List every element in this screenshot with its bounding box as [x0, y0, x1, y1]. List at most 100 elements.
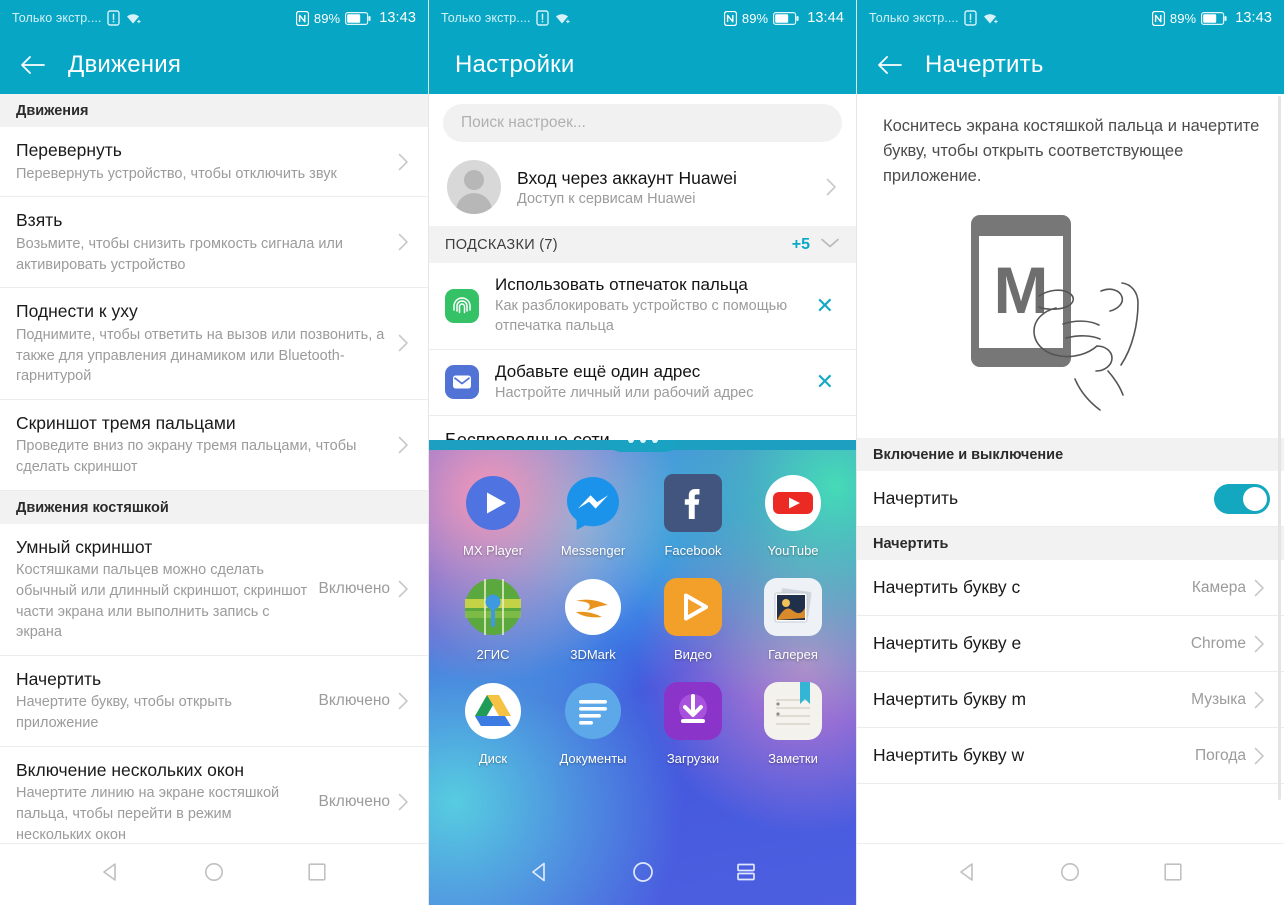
- list-item-smart-screenshot[interactable]: Умный скриншот Костяшками пальцев можно …: [0, 523, 428, 656]
- tips-section-header[interactable]: ПОДСКАЗКИ (7) +5: [429, 226, 856, 263]
- row-value: Включено: [318, 792, 391, 810]
- close-icon[interactable]: ✕: [810, 294, 840, 317]
- battery-percent: 89%: [1169, 10, 1197, 26]
- nfc-icon: [295, 10, 310, 26]
- battery-icon: [773, 11, 799, 25]
- nav-recents-icon[interactable]: [306, 861, 328, 888]
- fingerprint-icon: [445, 288, 479, 323]
- app-facebook[interactable]: Facebook: [643, 472, 743, 558]
- row-subtitle: Поднимите, чтобы ответить на вызов или п…: [16, 326, 385, 385]
- list-item-raise-to-ear[interactable]: Поднести к уху Поднимите, чтобы ответить…: [0, 288, 428, 400]
- nav-back-icon[interactable]: [100, 861, 122, 888]
- list-item-letter-m[interactable]: Начертить букву m Музыка: [857, 672, 1284, 729]
- scrollbar[interactable]: [1278, 96, 1281, 800]
- row-title: Включение нескольких окон: [16, 759, 245, 780]
- row-title: Начертить: [16, 668, 102, 689]
- close-icon[interactable]: ✕: [810, 371, 840, 393]
- chevron-down-icon[interactable]: [820, 236, 840, 254]
- status-bar: Только экстр.... 89% 13:43: [857, 0, 1284, 36]
- nfc-icon: [723, 10, 738, 26]
- nfc-icon: [1151, 10, 1166, 26]
- sim-alert-icon: [535, 10, 549, 26]
- app-label: Видео: [674, 647, 712, 662]
- chevron-right-icon: [1254, 747, 1270, 765]
- list-item-pickup[interactable]: Взять Возьмите, чтобы снизить громкость …: [0, 197, 428, 289]
- app-youtube[interactable]: YouTube: [743, 472, 843, 558]
- app-messenger[interactable]: Messenger: [543, 472, 643, 558]
- row-content: Умный скриншот Костяшками пальцев можно …: [16, 536, 311, 643]
- app-label: Заметки: [768, 751, 818, 766]
- app-notes[interactable]: Заметки: [743, 680, 843, 766]
- chevron-right-icon: [398, 692, 414, 710]
- sim-alert-icon: [963, 10, 977, 26]
- row-title: Начертить букву c: [873, 577, 1021, 598]
- app-docs[interactable]: Документы: [543, 680, 643, 766]
- app-downloads[interactable]: Загрузки: [643, 680, 743, 766]
- app-video[interactable]: Видео: [643, 576, 743, 662]
- apps-grid: MX Player Messenger Facebook YouTube 2ГИ…: [429, 450, 856, 766]
- mx-player-icon: [462, 472, 524, 534]
- nav-back-icon[interactable]: [957, 861, 979, 888]
- handle-dot: [628, 440, 634, 443]
- row-content: Включение нескольких окон Начертите лини…: [16, 759, 311, 845]
- row-title: Скриншот тремя пальцами: [16, 412, 236, 433]
- app-drive[interactable]: Диск: [443, 680, 543, 766]
- list-item-letter-w[interactable]: Начертить букву w Погода: [857, 728, 1284, 785]
- battery-percent: 89%: [741, 10, 769, 26]
- tip-add-email[interactable]: Добавьте ещё один адрес Настройте личный…: [429, 350, 856, 416]
- page-title: Движения: [68, 51, 182, 78]
- row-subtitle: Возьмите, чтобы снизить громкость сигнал…: [16, 236, 343, 273]
- avatar-body: [456, 193, 492, 214]
- chevron-right-icon: [398, 334, 414, 352]
- list-item-draw-letter[interactable]: Начертить Начертите букву, чтобы открыть…: [0, 655, 428, 747]
- back-arrow-icon[interactable]: [20, 54, 46, 76]
- app-gallery[interactable]: Галерея: [743, 576, 843, 662]
- list-item-flip[interactable]: Перевернуть Перевернуть устройство, чтоб…: [0, 127, 428, 198]
- nav-recents-split-icon[interactable]: [734, 860, 758, 889]
- app-3dmark[interactable]: 3DMark: [543, 576, 643, 662]
- search-input[interactable]: Поиск настроек...: [443, 104, 842, 142]
- app-label: 3DMark: [570, 647, 616, 662]
- list-item-letter-c[interactable]: Начертить букву c Камера: [857, 560, 1284, 617]
- toggle-row-draw[interactable]: Начертить: [857, 471, 1284, 528]
- tip-fingerprint[interactable]: Использовать отпечаток пальца Как разбло…: [429, 263, 856, 350]
- chevron-right-icon: [398, 153, 414, 171]
- tip-subtitle: Настройте личный или рабочий адрес: [495, 384, 754, 401]
- row-subtitle: Начертите линию на экране костяшкой паль…: [16, 785, 280, 843]
- row-content: Скриншот тремя пальцами Проведите вниз п…: [16, 412, 390, 478]
- section-header-knuckle: Движения костяшкой: [0, 490, 428, 524]
- nav-back-icon[interactable]: [528, 860, 552, 889]
- status-bar-left: Только экстр....: [441, 10, 570, 26]
- google-drive-icon: [462, 680, 524, 742]
- nav-home-icon[interactable]: [1059, 861, 1081, 888]
- list-item-letter-e[interactable]: Начертить букву e Chrome: [857, 616, 1284, 673]
- row-title: Начертить букву e: [873, 633, 1022, 654]
- search-container: Поиск настроек...: [429, 94, 856, 150]
- mail-icon: [445, 365, 479, 400]
- system-navigation-bar: [429, 843, 856, 905]
- nav-home-icon[interactable]: [203, 861, 225, 888]
- tip-content: Добавьте ещё один адрес Настройте личный…: [495, 362, 794, 403]
- list-item-three-finger-screenshot[interactable]: Скриншот тремя пальцами Проведите вниз п…: [0, 399, 428, 491]
- huawei-account-row[interactable]: Вход через аккаунт Huawei Доступ к серви…: [429, 150, 856, 226]
- nav-recents-icon[interactable]: [1162, 861, 1184, 888]
- row-value: Включено: [318, 580, 391, 598]
- row-content: Начертить букву w: [873, 744, 1187, 767]
- draw-toggle-switch[interactable]: [1214, 483, 1270, 514]
- app-mx-player[interactable]: MX Player: [443, 472, 543, 558]
- app-label: Messenger: [560, 543, 626, 558]
- app-2gis[interactable]: 2ГИС: [443, 576, 543, 662]
- toggle-knob: [1243, 486, 1267, 511]
- chevron-right-icon: [1254, 579, 1270, 597]
- back-arrow-icon[interactable]: [877, 54, 903, 76]
- row-content: Начертить: [873, 487, 1214, 510]
- app-bar: Начертить: [857, 36, 1284, 94]
- app-label: 2ГИС: [476, 647, 510, 662]
- nav-home-icon[interactable]: [631, 860, 655, 889]
- app-label: Диск: [478, 751, 508, 766]
- wifi-icon: [554, 11, 570, 25]
- status-bar-right: 89% 13:43: [295, 10, 416, 26]
- row-subtitle: Начертите букву, чтобы открыть приложени…: [16, 694, 232, 732]
- drawer-handle-dots[interactable]: [607, 440, 679, 452]
- list-item-multi-window[interactable]: Включение нескольких окон Начертите лини…: [0, 746, 428, 859]
